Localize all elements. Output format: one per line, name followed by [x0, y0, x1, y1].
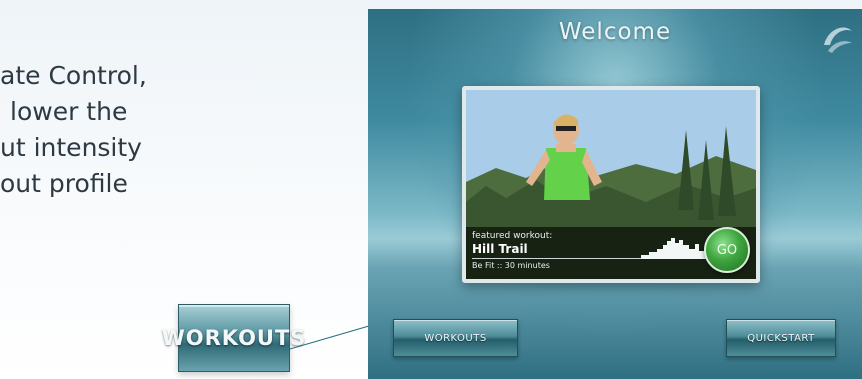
swoosh-logo-icon: [824, 27, 852, 53]
featured-workout-label: featured workout:: [472, 231, 553, 241]
workouts-button-label: WORKOUTS: [424, 332, 487, 344]
description-text: ate Control, lower the ut intensity out …: [0, 58, 350, 202]
go-button[interactable]: GO: [704, 227, 750, 273]
workouts-button-zoomed[interactable]: WORKOUTS: [162, 304, 305, 372]
elevation-profile-icon: [641, 238, 711, 259]
featured-workout-name: Hill Trail: [472, 242, 528, 256]
workouts-callout: WORKOUTS: [162, 304, 305, 372]
description-line-4: out profile: [0, 169, 128, 198]
description-line-1: ate Control,: [0, 61, 147, 90]
description-line-3: ut intensity: [0, 133, 142, 162]
quickstart-button[interactable]: QUICKSTART: [726, 319, 836, 357]
go-button-label: GO: [716, 242, 738, 258]
screen-title: Welcome: [558, 19, 672, 45]
quickstart-button-label: QUICKSTART: [747, 332, 815, 344]
workouts-button[interactable]: WORKOUTS: [393, 319, 518, 357]
featured-workout-card[interactable]: featured workout: Hill Trail Be Fit :: 3…: [462, 86, 760, 283]
featured-workout-subtitle: Be Fit :: 30 minutes: [472, 261, 550, 270]
description-line-2: lower the: [10, 97, 128, 126]
workouts-button-zoomed-label: WORKOUTS: [161, 326, 307, 350]
console-screen: Welcome featured workout: Hill Trail Be …: [368, 9, 862, 379]
